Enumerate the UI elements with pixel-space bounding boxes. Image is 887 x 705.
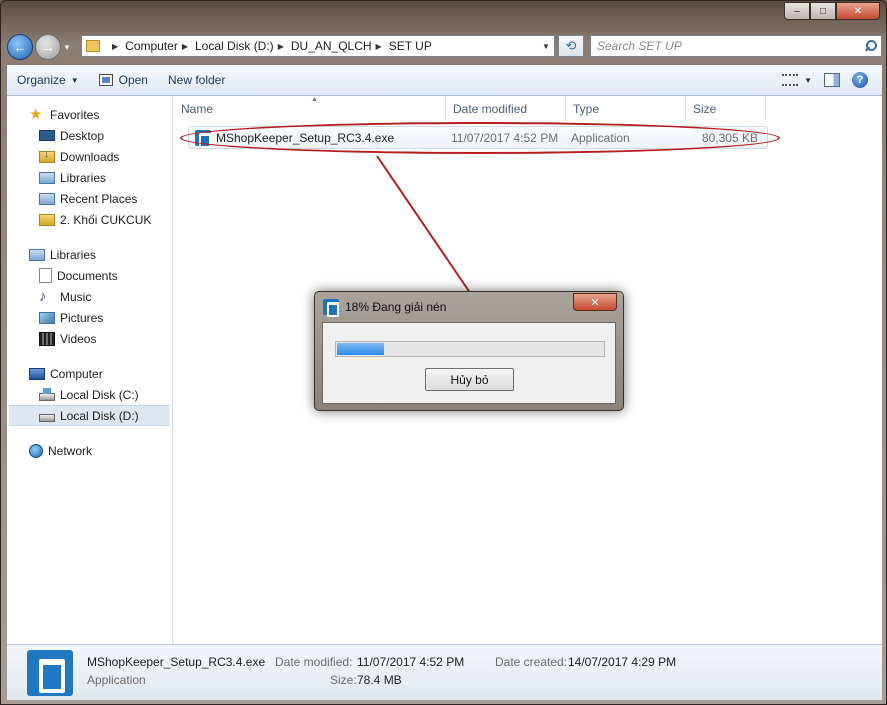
close-icon: ✕: [590, 296, 600, 309]
details-size-value: 78.4 MB: [357, 673, 402, 687]
details-file-name: MShopKeeper_Setup_RC3.4.exe: [87, 655, 266, 669]
explorer-window: – □ ✕ ← → ▼ ▶ Computer ▶ Local Disk (D:) ▶…: [0, 0, 887, 705]
mshopkeeper-app-icon: [323, 299, 339, 317]
cancel-button[interactable]: Hủy bỏ: [425, 368, 514, 391]
extract-progress-dialog: 18% Đang giải nén ✕ Hủy bỏ: [314, 291, 624, 411]
details-created-label: Date created:: [495, 655, 568, 669]
details-modified-label: Date modified:: [275, 655, 353, 669]
mshopkeeper-large-icon: [27, 650, 73, 696]
extract-progress-bar: [335, 341, 605, 357]
details-pane: MShopKeeper_Setup_RC3.4.exe Application …: [7, 644, 882, 700]
details-file-type: Application: [87, 673, 146, 687]
progress-fill: [337, 343, 385, 355]
dialog-body: Hủy bỏ: [322, 322, 616, 404]
details-size-label: Size:: [330, 673, 357, 687]
details-modified-value: 11/07/2017 4:52 PM: [357, 655, 465, 669]
dialog-close-button[interactable]: ✕: [573, 293, 617, 311]
details-created-value: 14/07/2017 4:29 PM: [568, 655, 677, 669]
dialog-title: 18% Đang giải nén: [323, 299, 446, 317]
